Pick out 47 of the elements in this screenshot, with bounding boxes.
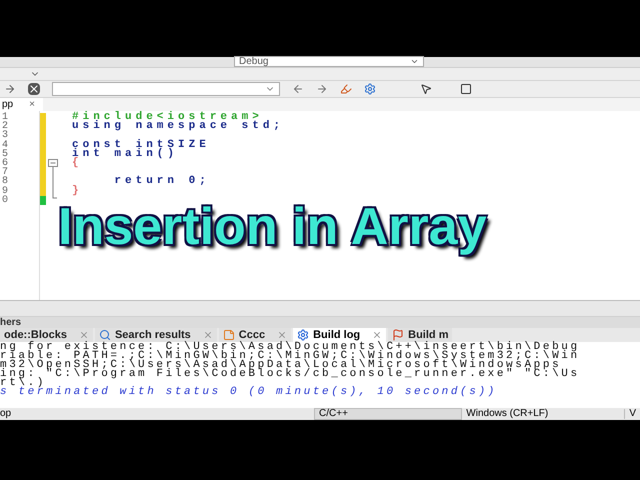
line-number: 8	[1, 177, 10, 186]
panel-tab[interactable]: Search results	[94, 328, 217, 342]
status-bar-item: op	[0, 409, 12, 419]
code-line: {	[72, 158, 84, 168]
status-bar-item: Windows (CR+LF)	[462, 409, 626, 419]
horizontal-scrollbar[interactable]	[0, 301, 640, 317]
line-number: 3	[1, 131, 10, 141]
search-icon	[98, 329, 111, 341]
log-line: m32\OpenSSH;C:\Users\Asad\AppData\Local\Microsoft\WindowsApps	[0, 361, 562, 370]
fold-icon[interactable]	[48, 159, 58, 199]
highlighter-icon[interactable]	[340, 83, 352, 95]
symbol-dropdown[interactable]	[52, 82, 280, 96]
close-icon[interactable]	[28, 83, 40, 95]
pointer-icon[interactable]	[420, 83, 432, 95]
line-number: 6	[1, 158, 10, 168]
panel-tab[interactable]: Build log	[293, 328, 386, 342]
panel-title: hers	[0, 318, 22, 328]
forward-icon[interactable]	[316, 83, 328, 95]
code-line: }	[72, 186, 84, 196]
flag-icon	[392, 329, 404, 341]
back-icon[interactable]	[292, 83, 304, 95]
note-icon	[222, 329, 235, 341]
status-bar-item: C/C++	[314, 408, 462, 420]
settings-icon[interactable]	[364, 83, 376, 95]
line-number: 4	[1, 140, 10, 150]
panel-tab[interactable]: Cccc	[218, 328, 292, 342]
line-number: 1	[1, 113, 10, 122]
log-line: s terminated with status 0 (0 minute(s), 10 second(s))	[0, 388, 498, 397]
line-number: 7	[1, 168, 10, 178]
line-number: 0	[1, 196, 10, 205]
close-icon[interactable]	[372, 330, 382, 340]
chevron-icon	[410, 57, 419, 66]
line-number: 9	[1, 186, 10, 196]
line-number: 2	[1, 122, 10, 132]
video-title: Insertion in Array	[58, 197, 487, 257]
arrow-icon[interactable]	[4, 83, 16, 95]
settings-icon	[297, 329, 310, 341]
code-line: using namespace std;	[72, 122, 284, 132]
line-number: 5	[1, 150, 10, 159]
code-line: return 0;	[113, 177, 211, 186]
build-target-dropdown[interactable]: Debug	[234, 56, 424, 67]
status-bar-item: V	[628, 409, 637, 419]
panel-tab[interactable]: ode::Blocks	[0, 328, 93, 342]
log-line: rt\.)	[0, 379, 46, 388]
editor-tab[interactable]: pp ×	[0, 98, 43, 111]
panel-tab[interactable]: Build m	[388, 328, 452, 342]
rectangle-icon[interactable]	[460, 83, 472, 95]
